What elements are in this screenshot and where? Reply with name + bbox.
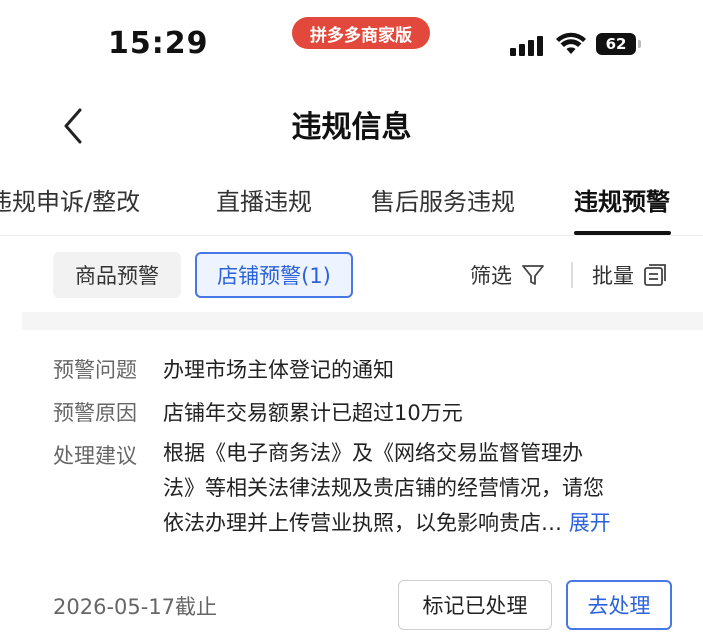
advice-label: 处理建议 xyxy=(53,444,137,468)
status-bar: 15:29 拼多多商家版 62 xyxy=(0,0,703,90)
filter-divider xyxy=(571,262,573,288)
tab-bar: 违规申诉/整改 直播违规 售后服务违规 违规预警 xyxy=(0,176,703,236)
active-tab-indicator xyxy=(574,231,671,235)
funnel-icon xyxy=(522,265,544,285)
advice-line: 依法办理并上传营业执照，以免影响贵店… 展开 xyxy=(163,506,663,541)
battery-icon: 62 xyxy=(596,33,636,55)
reason-value: 店铺年交易额累计已超过10万元 xyxy=(163,401,463,425)
wifi-icon xyxy=(556,32,586,54)
status-time: 15:29 xyxy=(108,26,209,61)
page-title: 违规信息 xyxy=(291,110,412,145)
batch-list-icon xyxy=(644,264,666,286)
reason-label: 预警原因 xyxy=(53,401,137,425)
advice-line: 根据《电子商务法》及《网络交易监督管理办 xyxy=(163,441,583,465)
go-handle-button[interactable]: 去处理 xyxy=(566,580,672,630)
card-separator xyxy=(22,312,703,330)
filter-label: 筛选 xyxy=(470,264,512,288)
issue-label: 预警问题 xyxy=(53,358,137,382)
filter-button[interactable]: 筛选 xyxy=(470,258,546,292)
advice-line-text: 依法办理并上传营业执照，以免影响贵店… xyxy=(163,511,562,535)
cellular-signal-icon xyxy=(510,34,546,56)
batch-label: 批量 xyxy=(592,264,634,288)
battery-cap xyxy=(638,40,641,48)
issue-value: 办理市场主体登记的通知 xyxy=(163,358,394,382)
advice-line: 法》等相关法律法规及贵店铺的经营情况，请您 xyxy=(163,476,604,500)
batch-button[interactable]: 批量 xyxy=(592,258,668,292)
expand-link[interactable]: 展开 xyxy=(569,511,611,535)
shop-warning-chip[interactable]: 店铺预警(1) xyxy=(195,252,353,298)
tab-appeal[interactable]: 违规申诉/整改 xyxy=(0,182,140,217)
tab-live-violation[interactable]: 直播违规 xyxy=(216,182,312,217)
deadline-text: 2026-05-17截止 xyxy=(53,595,218,619)
mark-handled-button[interactable]: 标记已处理 xyxy=(398,580,552,630)
battery-level: 62 xyxy=(605,35,627,53)
goods-warning-chip[interactable]: 商品预警 xyxy=(53,252,181,298)
tab-violation-warning[interactable]: 违规预警 xyxy=(574,182,670,217)
tab-after-sales-violation[interactable]: 售后服务违规 xyxy=(371,182,515,217)
app-badge: 拼多多商家版 xyxy=(292,17,430,49)
advice-text: 根据《电子商务法》及《网络交易监督管理办 法》等相关法律法规及贵店铺的经营情况，… xyxy=(163,436,663,541)
